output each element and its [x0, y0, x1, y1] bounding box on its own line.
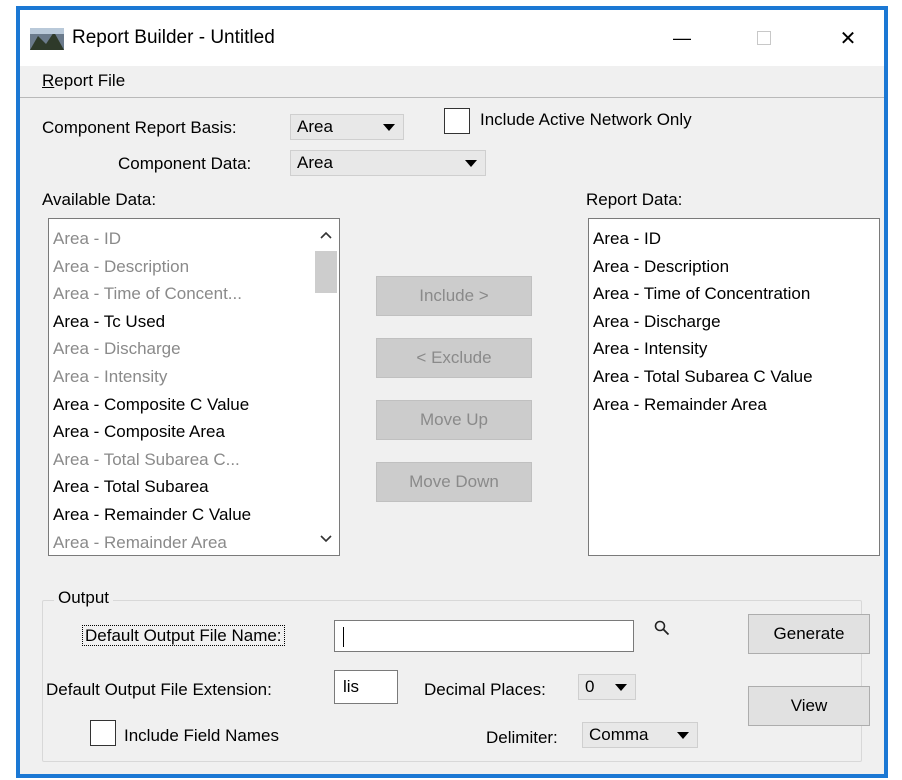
available-list-item[interactable]: Area - Description [49, 253, 315, 281]
include-button[interactable]: Include > [376, 276, 532, 316]
available-list-item[interactable]: Area - Remainder C Value [49, 501, 315, 529]
generate-button[interactable]: Generate [748, 614, 870, 654]
report-data-list[interactable]: Area - ID Area - Description Area - Time o… [588, 218, 880, 556]
available-list-item[interactable]: Area - Total Subarea [49, 473, 315, 501]
active-network-label: Include Active Network Only [480, 110, 692, 129]
extension-label: Default Output File Extension: [46, 680, 272, 699]
extension-value: lis [343, 677, 360, 696]
extension-input[interactable]: lis [334, 670, 398, 704]
available-scrollbar[interactable] [313, 219, 339, 555]
title-bar[interactable]: Report Builder - Untitled — ✕ [20, 10, 884, 66]
include-field-names-checkbox[interactable] [90, 720, 116, 746]
available-list-item[interactable]: Area - Tc Used [49, 308, 315, 336]
report-list-item[interactable]: Area - Time of Concentration [589, 280, 879, 308]
search-icon[interactable] [654, 620, 670, 636]
report-data-label: Report Data: [586, 190, 683, 209]
decimal-places-dropdown[interactable]: 0 [578, 674, 636, 700]
component-data-dropdown[interactable]: Area [290, 150, 486, 176]
basis-label: Component Report Basis: [42, 118, 237, 137]
move-down-button[interactable]: Move Down [376, 462, 532, 502]
delimiter-value: Comma [589, 725, 649, 744]
delimiter-dropdown[interactable]: Comma [582, 722, 698, 748]
view-button[interactable]: View [748, 686, 870, 726]
chevron-down-icon [465, 160, 477, 167]
minimize-button[interactable]: — [662, 20, 702, 56]
scroll-up-button[interactable] [313, 223, 339, 247]
app-icon [30, 28, 64, 50]
component-data-label: Component Data: [118, 154, 252, 173]
scroll-down-button[interactable] [313, 527, 339, 551]
report-list-item[interactable]: Area - Description [589, 253, 879, 281]
output-group-title: Output [54, 588, 114, 608]
close-icon: ✕ [839, 27, 857, 50]
menu-bar: Report File [20, 66, 884, 98]
chevron-down-icon [320, 535, 332, 543]
report-builder-window: Report Builder - Untitled — ✕ Report Fil… [16, 6, 888, 778]
available-list-item[interactable]: Area - Time of Concent... [49, 280, 315, 308]
available-data-label: Available Data: [42, 190, 157, 209]
basis-dropdown[interactable]: Area [290, 114, 404, 140]
scroll-thumb[interactable] [315, 251, 337, 293]
available-list-item[interactable]: Area - Discharge [49, 335, 315, 363]
decimal-places-label: Decimal Places: [424, 680, 546, 699]
file-name-input[interactable] [334, 620, 634, 652]
available-data-list[interactable]: Area - ID Area - Description Area - Time o… [48, 218, 340, 556]
available-list-item[interactable]: Area - Composite Area [49, 418, 315, 446]
active-network-checkbox[interactable] [444, 108, 470, 134]
chevron-down-icon [677, 732, 689, 739]
decimal-places-value: 0 [585, 677, 595, 696]
component-data-value: Area [297, 153, 333, 172]
report-list-item[interactable]: Area - Discharge [589, 308, 879, 336]
menu-report-file[interactable]: Report File [42, 71, 125, 91]
exclude-button[interactable]: < Exclude [376, 338, 532, 378]
report-list-item[interactable]: Area - Remainder Area [589, 391, 879, 419]
include-field-names-label: Include Field Names [124, 726, 279, 745]
report-list-item[interactable]: Area - ID [589, 225, 879, 253]
delimiter-label: Delimiter: [486, 728, 558, 747]
text-caret [343, 627, 344, 647]
available-list-item[interactable]: Area - Remainder Area [49, 529, 315, 555]
minimize-icon: — [673, 27, 691, 48]
available-list-item[interactable]: Area - Intensity [49, 363, 315, 391]
window-title: Report Builder - Untitled [72, 27, 275, 48]
available-list-item[interactable]: Area - ID [49, 225, 315, 253]
available-list-item[interactable]: Area - Composite C Value [49, 391, 315, 419]
chevron-up-icon [320, 231, 332, 239]
close-button[interactable]: ✕ [828, 20, 868, 56]
file-name-label: Default Output File Name: [82, 625, 285, 646]
available-list-item[interactable]: Area - Total Subarea C... [49, 446, 315, 474]
report-list-item[interactable]: Area - Total Subarea C Value [589, 363, 879, 391]
maximize-icon [757, 31, 771, 45]
move-up-button[interactable]: Move Up [376, 400, 532, 440]
report-list-item[interactable]: Area - Intensity [589, 335, 879, 363]
chevron-down-icon [615, 684, 627, 691]
maximize-button[interactable] [744, 20, 784, 56]
basis-value: Area [297, 117, 333, 136]
chevron-down-icon [383, 124, 395, 131]
